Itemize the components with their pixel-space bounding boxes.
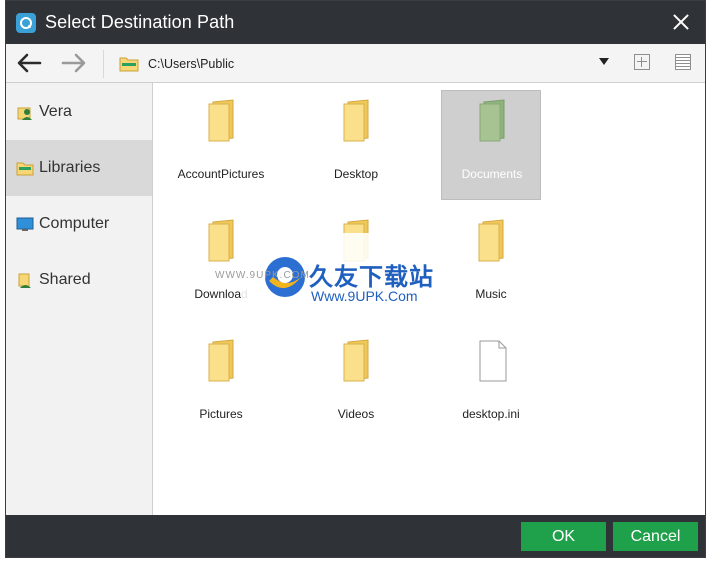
toolbar: C:\Users\Public xyxy=(6,44,705,83)
file-name: AccountPictures xyxy=(177,167,265,181)
watermark-url: Www.9UPK.Com xyxy=(311,288,418,304)
view-mode-button[interactable] xyxy=(675,54,691,70)
new-folder-button[interactable] xyxy=(634,54,650,70)
sidebar-item-label: Libraries xyxy=(39,159,101,176)
forward-arrow-icon[interactable] xyxy=(60,51,88,75)
folder-item-documents[interactable]: Documents xyxy=(441,90,541,200)
shared-icon xyxy=(18,273,31,288)
library-folder-icon xyxy=(119,57,139,72)
file-name: Desktop xyxy=(333,167,379,181)
watermark-overlay: WWW.9UPK.COM 久友下载站 Www.9UPK.Com xyxy=(215,233,467,327)
folder-icon xyxy=(208,339,234,382)
toolbar-separator xyxy=(103,50,104,78)
sidebar-item-label: Vera xyxy=(39,103,72,120)
title-bar: Select Destination Path xyxy=(6,1,705,44)
folder-item-videos[interactable]: Videos xyxy=(306,331,406,441)
sidebar-item-shared[interactable]: Shared xyxy=(6,252,152,308)
sidebar-item-libraries[interactable]: Libraries xyxy=(6,140,152,196)
file-item-desktop-ini[interactable]: desktop.ini xyxy=(441,331,541,441)
file-icon xyxy=(479,340,507,382)
file-name: Pictures xyxy=(199,407,243,421)
folder-icon xyxy=(479,99,505,142)
watermark-small-text: WWW.9UPK.COM xyxy=(215,270,310,281)
cancel-button[interactable]: Cancel xyxy=(613,522,698,551)
file-name: Videos xyxy=(337,407,375,421)
folder-icon xyxy=(343,339,369,382)
ok-button[interactable]: OK xyxy=(521,522,606,551)
folder-item-pictures[interactable]: Pictures xyxy=(171,331,271,441)
library-icon xyxy=(16,162,34,176)
folder-item-accountpictures[interactable]: AccountPictures xyxy=(171,91,271,201)
sidebar: Vera Libraries Computer Shared xyxy=(6,83,153,515)
sidebar-item-vera[interactable]: Vera xyxy=(6,84,152,140)
folder-icon xyxy=(208,99,234,142)
file-name: desktop.ini xyxy=(462,407,520,421)
watermark-title: 久友下载站 xyxy=(309,264,434,291)
path-dropdown-icon[interactable] xyxy=(599,58,609,65)
path-text: C:\Users\Public xyxy=(148,57,235,71)
close-icon[interactable] xyxy=(669,10,693,34)
sidebar-item-computer[interactable]: Computer xyxy=(6,196,152,252)
app-icon xyxy=(16,13,36,33)
folder-icon xyxy=(478,219,504,262)
path-field[interactable]: C:\Users\Public xyxy=(116,52,586,76)
dialog-title: Select Destination Path xyxy=(45,12,235,32)
file-name: Documents xyxy=(461,167,523,181)
folder-item-desktop[interactable]: Desktop xyxy=(306,91,406,201)
dialog-footer: OK Cancel xyxy=(6,515,705,557)
folder-icon xyxy=(343,99,369,142)
computer-icon xyxy=(16,217,34,231)
folder-icon xyxy=(208,219,234,262)
back-arrow-icon[interactable] xyxy=(15,51,43,75)
sidebar-item-label: Shared xyxy=(39,271,91,288)
sidebar-item-label: Computer xyxy=(39,215,110,232)
user-icon xyxy=(17,107,32,120)
